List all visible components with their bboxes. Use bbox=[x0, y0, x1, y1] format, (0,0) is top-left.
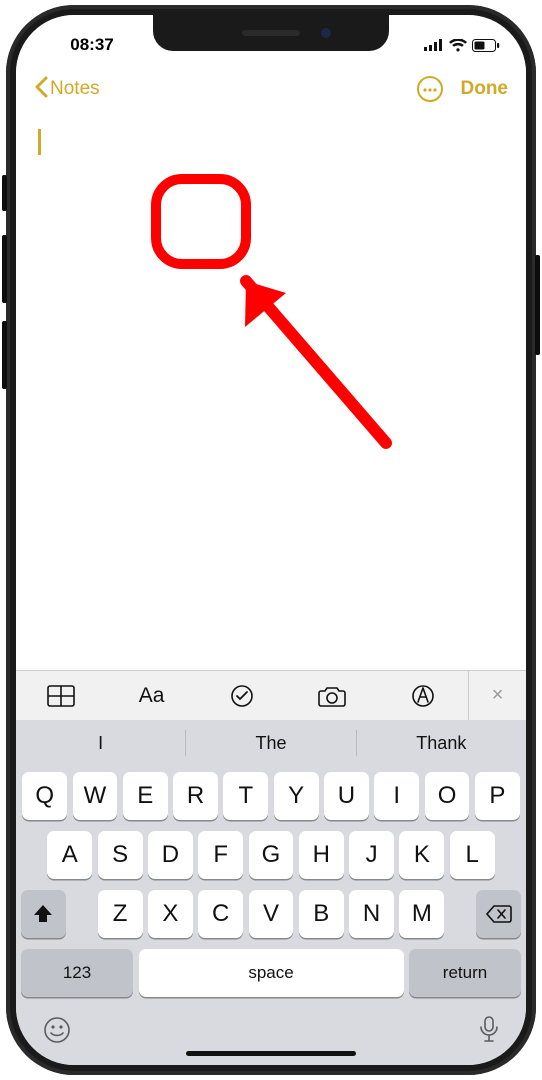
cellular-icon bbox=[424, 39, 444, 51]
notch bbox=[153, 15, 389, 51]
format-label: Aa bbox=[139, 684, 165, 708]
table-button[interactable] bbox=[16, 685, 106, 707]
battery-icon bbox=[472, 39, 500, 52]
key-m[interactable]: M bbox=[399, 890, 444, 938]
key-return[interactable]: return bbox=[409, 949, 521, 997]
camera-icon bbox=[318, 685, 346, 707]
key-n[interactable]: N bbox=[349, 890, 394, 938]
annotation-rounded-square bbox=[156, 179, 246, 264]
keyboard-bottom-bar bbox=[16, 1005, 526, 1065]
markup-icon bbox=[411, 684, 435, 708]
more-button[interactable] bbox=[417, 76, 443, 102]
key-r[interactable]: R bbox=[173, 772, 218, 820]
suggestion-1[interactable]: The bbox=[186, 720, 355, 766]
key-o[interactable]: O bbox=[425, 772, 470, 820]
suggestion-0[interactable]: I bbox=[16, 720, 185, 766]
backspace-icon bbox=[486, 904, 512, 924]
close-icon: × bbox=[492, 684, 504, 707]
text-cursor bbox=[38, 129, 41, 155]
dictation-button[interactable] bbox=[478, 1015, 500, 1050]
checklist-button[interactable] bbox=[197, 684, 287, 708]
mute-switch bbox=[2, 175, 7, 211]
key-q[interactable]: Q bbox=[22, 772, 67, 820]
quicktype-bar: I The Thank bbox=[16, 720, 526, 766]
key-s[interactable]: S bbox=[98, 831, 143, 879]
key-t[interactable]: T bbox=[223, 772, 268, 820]
shift-icon bbox=[32, 903, 54, 925]
format-button[interactable]: Aa bbox=[106, 684, 196, 708]
key-f[interactable]: F bbox=[198, 831, 243, 879]
key-space[interactable]: space bbox=[139, 949, 404, 997]
note-editor[interactable] bbox=[16, 113, 526, 670]
annotation-overlay bbox=[146, 173, 446, 458]
key-z[interactable]: Z bbox=[98, 890, 143, 938]
microphone-icon bbox=[478, 1015, 500, 1045]
suggestion-2[interactable]: Thank bbox=[357, 720, 526, 766]
screen: 08:37 Notes bbox=[16, 15, 526, 1065]
keyboard-toolbar: Aa × bbox=[16, 670, 526, 720]
key-g[interactable]: G bbox=[249, 831, 294, 879]
key-h[interactable]: H bbox=[299, 831, 344, 879]
table-icon bbox=[47, 685, 75, 707]
key-a[interactable]: A bbox=[47, 831, 92, 879]
key-i[interactable]: I bbox=[374, 772, 419, 820]
home-indicator[interactable] bbox=[186, 1051, 356, 1056]
key-b[interactable]: B bbox=[299, 890, 344, 938]
checklist-icon bbox=[230, 684, 254, 708]
chevron-left-icon bbox=[34, 76, 48, 103]
iphone-frame: 08:37 Notes bbox=[6, 5, 536, 1075]
key-j[interactable]: J bbox=[349, 831, 394, 879]
key-d[interactable]: D bbox=[148, 831, 193, 879]
speaker bbox=[242, 30, 300, 36]
emoji-icon bbox=[42, 1015, 72, 1045]
key-123[interactable]: 123 bbox=[21, 949, 133, 997]
status-time: 08:37 bbox=[42, 35, 142, 55]
wifi-icon bbox=[449, 39, 467, 52]
ellipsis-icon bbox=[423, 83, 437, 95]
key-w[interactable]: W bbox=[73, 772, 118, 820]
markup-button[interactable] bbox=[378, 684, 468, 708]
key-u[interactable]: U bbox=[324, 772, 369, 820]
key-v[interactable]: V bbox=[249, 890, 294, 938]
key-c[interactable]: C bbox=[198, 890, 243, 938]
back-label: Notes bbox=[50, 78, 100, 100]
key-k[interactable]: K bbox=[399, 831, 444, 879]
annotation-arrow bbox=[245, 281, 386, 443]
volume-down-button bbox=[2, 321, 7, 389]
emoji-button[interactable] bbox=[42, 1015, 72, 1050]
power-button bbox=[535, 255, 540, 355]
volume-up-button bbox=[2, 235, 7, 303]
key-x[interactable]: X bbox=[148, 890, 193, 938]
front-camera bbox=[321, 28, 331, 38]
key-y[interactable]: Y bbox=[274, 772, 319, 820]
key-e[interactable]: E bbox=[123, 772, 168, 820]
done-button[interactable]: Done bbox=[461, 78, 509, 100]
key-backspace[interactable] bbox=[476, 890, 521, 938]
back-button[interactable]: Notes bbox=[34, 76, 100, 103]
nav-bar: Notes Done bbox=[16, 65, 526, 113]
key-shift[interactable] bbox=[21, 890, 66, 938]
keyboard: Q W E R T Y U I O P A S D F G H J K L bbox=[16, 766, 526, 1005]
key-p[interactable]: P bbox=[475, 772, 520, 820]
key-l[interactable]: L bbox=[450, 831, 495, 879]
toolbar-close-button[interactable]: × bbox=[468, 671, 526, 720]
camera-button[interactable] bbox=[287, 685, 377, 707]
